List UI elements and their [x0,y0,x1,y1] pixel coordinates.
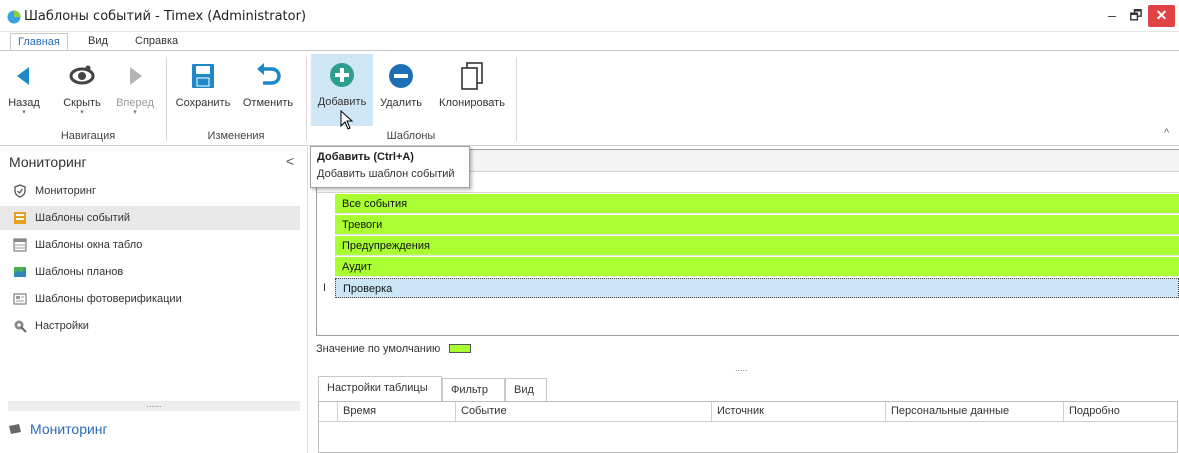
template-row-selected[interactable]: Проверка [335,278,1179,298]
app-logo-icon [7,10,21,24]
event-templates-icon [14,212,26,224]
forward-button[interactable]: Вперед ▾ [113,55,157,125]
photo-verification-icon [13,293,27,305]
tab-view[interactable]: Вид [505,378,547,402]
column-header-source[interactable]: Источник [711,402,885,422]
settings-icon [14,320,27,333]
back-button[interactable]: Назад ▾ [3,55,45,125]
menu-tab-view[interactable]: Вид [81,33,115,50]
nav-item-label: Шаблоны фотоверификации [35,293,182,305]
nav-item-settings[interactable]: Настройки [0,314,300,338]
column-header-details[interactable]: Подробно [1063,402,1177,422]
nav-item-label: Шаблоны окна табло [35,239,143,251]
default-color-swatch[interactable] [449,344,471,353]
undo-label: Отменить [242,97,294,109]
clone-button[interactable]: Клонировать [432,55,512,125]
undo-icon [257,63,281,85]
ribbon-separator [166,57,167,141]
ribbon-separator [306,57,307,141]
nav-bottom-monitoring[interactable]: Мониторинг [8,421,108,437]
collapse-ribbon-button[interactable]: ^ [1164,127,1169,139]
events-table-header: Время Событие Источник Персональные данн… [319,402,1177,422]
nav-item-monitoring[interactable]: Мониторинг [0,179,300,203]
save-icon [192,64,214,88]
nav-bottom-label: Мониторинг [30,421,108,437]
column-header-personal-data[interactable]: Персональные данные [885,402,1063,422]
forward-label: Вперед [116,97,154,109]
back-dropdown-caret[interactable]: ▾ [3,109,45,117]
remove-icon [389,64,413,88]
board-templates-icon [13,238,27,252]
column-header-event[interactable]: Событие [455,402,711,422]
monitor-icon [9,424,21,434]
edit-row-indicator: I [323,282,327,294]
minimize-button[interactable]: – [1100,5,1124,27]
add-button-tooltip: Добавить (Ctrl+A) Добавить шаблон событи… [310,146,470,188]
default-value-label: Значение по умолчанию [316,343,441,355]
nav-item-event-templates[interactable]: Шаблоны событий [0,206,300,230]
tooltip-description: Добавить шаблон событий [317,168,455,180]
eye-hide-icon [69,65,95,85]
nav-item-board-templates[interactable]: Шаблоны окна табло [0,233,300,257]
template-row[interactable]: Аудит [335,257,1179,277]
ribbon: Назад ▾ Скрыть ▾ Вперед ▾ Сохранить Отме… [0,50,1179,146]
ribbon-separator [516,57,517,141]
mouse-cursor-icon [340,110,354,130]
nav-item-label: Шаблоны планов [35,266,124,278]
column-header-time[interactable]: Время [337,402,455,422]
save-label: Сохранить [175,97,231,109]
collapse-panel-button[interactable]: < [286,153,294,169]
events-table: Время Событие Источник Персональные данн… [318,401,1178,453]
save-button[interactable]: Сохранить [172,55,234,125]
add-label: Добавить [317,96,367,108]
menu-bar: Главная Вид Справка [0,32,1179,50]
clone-icon [461,62,483,90]
ribbon-group-templates: Шаблоны [386,130,436,142]
nav-item-label: Мониторинг [35,185,97,197]
forward-dropdown-caret[interactable]: ▾ [113,109,157,117]
window-title: Шаблоны событий - Timex (Administrator) [24,9,307,24]
tooltip-title: Добавить (Ctrl+A) [317,151,414,163]
add-icon [330,63,354,87]
back-label: Назад [8,97,40,109]
title-bar: Шаблоны событий - Timex (Administrator) … [0,0,1179,32]
map-templates-icon [14,267,26,277]
close-button[interactable]: ✕ [1148,5,1175,27]
nav-item-label: Шаблоны событий [35,212,130,224]
hide-dropdown-caret[interactable]: ▾ [58,109,106,117]
hide-button[interactable]: Скрыть ▾ [58,55,106,125]
tab-table-settings[interactable]: Настройки таблицы [318,376,442,402]
menu-tab-help[interactable]: Справка [128,33,185,50]
nav-item-label: Настройки [35,320,89,332]
forward-arrow-icon [130,67,142,85]
panel-splitter[interactable]: ...... [8,400,300,411]
navigation-panel: Мониторинг < Мониторинг Шаблоны событий … [0,147,308,453]
nav-item-map-templates[interactable]: Шаблоны планов [0,260,300,284]
remove-label: Удалить [380,97,422,109]
shield-check-icon [14,184,26,198]
nav-item-photo-verification[interactable]: Шаблоны фотоверификации [0,287,300,311]
template-row[interactable]: Тревоги [335,215,1179,235]
template-row[interactable]: Предупреждения [335,236,1179,256]
content-splitter[interactable]: ..... [735,363,748,373]
back-arrow-icon [17,67,29,85]
hide-label: Скрыть [63,97,101,109]
remove-button[interactable]: Удалить [376,55,426,125]
ribbon-group-navigation: Навигация [60,130,116,142]
panel-header: Мониторинг [9,154,87,170]
clone-label: Клонировать [439,97,505,109]
default-value: Значение по умолчанию [316,343,471,355]
tab-filter[interactable]: Фильтр [442,378,505,402]
ribbon-group-changes: Изменения [207,130,265,142]
menu-tab-home[interactable]: Главная [10,33,68,50]
undo-button[interactable]: Отменить [240,55,296,125]
template-row[interactable]: Все события [335,194,1179,214]
restore-button[interactable]: 🗗 [1124,5,1148,27]
